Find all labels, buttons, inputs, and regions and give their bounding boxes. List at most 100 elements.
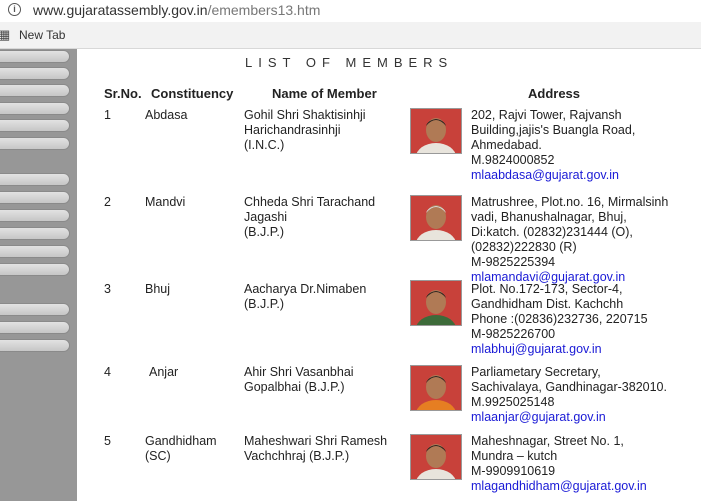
address-line: M.9925025148: [471, 395, 555, 409]
constituency-line: Mandvi: [145, 195, 186, 209]
address-line: Sachivalaya, Gandhinagar-382010.: [471, 380, 667, 394]
members-page: LIST OF MEMBERS Sr.No. Constituency Name…: [77, 49, 701, 501]
address-line: Parliametary Secretary,: [471, 365, 601, 379]
member-name: Aacharya Dr.Nimaben (B.J.P.): [244, 282, 366, 312]
page-title: LIST OF MEMBERS: [245, 55, 454, 70]
menu-button[interactable]: [0, 303, 70, 316]
member-name-line: (B.J.P.): [244, 225, 285, 239]
serial-number: 5: [104, 434, 111, 448]
constituency-line: Abdasa: [145, 108, 188, 122]
portrait-image: [411, 435, 461, 479]
menu-button[interactable]: [0, 102, 70, 115]
address-line: Mundra – kutch: [471, 449, 558, 463]
email-link[interactable]: mlabhuj@gujarat.gov.in: [471, 342, 648, 357]
serial-number: 2: [104, 195, 111, 209]
menu-button[interactable]: [0, 84, 70, 97]
menu-button[interactable]: [0, 67, 70, 80]
email-link[interactable]: mlaanjar@gujarat.gov.in: [471, 410, 667, 425]
member-photo: [410, 108, 462, 154]
url-domain: www.gujaratassembly.gov.in: [33, 2, 208, 18]
member-name-line: Gopalbhai (B.J.P.): [244, 380, 345, 394]
member-name-line: Aacharya Dr.Nimaben: [244, 282, 367, 296]
member-name: Gohil Shri Shaktisinhji Harichandrasinhji…: [244, 108, 366, 153]
constituency-line: Bhuj: [145, 282, 171, 296]
menu-button[interactable]: [0, 173, 70, 186]
constituency: Gandhidham (SC): [145, 434, 217, 464]
constituency-line: Anjar: [149, 365, 179, 379]
address-line: Phone :(02836)232736, 220715: [471, 312, 648, 326]
menu-button[interactable]: [0, 321, 70, 334]
apps-icon[interactable]: ▦: [0, 27, 10, 43]
member-name: Chheda Shri Tarachand Jagashi (B.J.P.): [244, 195, 375, 240]
address-line: Gandhidham Dist. Kachchh: [471, 297, 624, 311]
left-menu: [0, 49, 77, 501]
member-address: Maheshnagar, Street No. 1, Mundra – kutch…: [471, 434, 647, 494]
address-bar[interactable]: i www.gujaratassembly.gov.in/emembers13.…: [0, 0, 701, 23]
portrait-image: [411, 196, 461, 240]
address-line: M.9824000852: [471, 153, 555, 167]
member-name-line: Gohil Shri Shaktisinhji: [244, 108, 366, 122]
menu-button[interactable]: [0, 339, 70, 352]
member-name: Maheshwari Shri Ramesh Vachchhraj (B.J.P.…: [244, 434, 387, 464]
member-address: 202, Rajvi Tower, Rajvansh Building,jajis…: [471, 108, 635, 183]
address-line: M-9825226700: [471, 327, 556, 341]
constituency: Anjar: [149, 365, 178, 380]
header-srno: Sr.No.: [104, 86, 142, 101]
member-name-line: (I.N.C.): [244, 138, 285, 152]
address-line: vadi, Bhanushalnagar, Bhuj,: [471, 210, 627, 224]
address-line: Matrushree, Plot.no. 16, Mirmalsinh: [471, 195, 669, 209]
member-name-line: Jagashi: [244, 210, 288, 224]
serial-number: 4: [104, 365, 111, 379]
address-line: 202, Rajvi Tower, Rajvansh: [471, 108, 622, 122]
member-name-line: Harichandrasinhji: [244, 123, 341, 137]
email-link[interactable]: mlagandhidham@gujarat.gov.in: [471, 479, 647, 494]
menu-button[interactable]: [0, 245, 70, 258]
address-line: (02832)222830 (R): [471, 240, 577, 254]
member-photo: [410, 195, 462, 241]
portrait-image: [411, 366, 461, 410]
info-icon[interactable]: i: [8, 3, 21, 16]
email-link[interactable]: mlaabdasa@gujarat.gov.in: [471, 168, 635, 183]
menu-button[interactable]: [0, 227, 70, 240]
address-line: Maheshnagar, Street No. 1,: [471, 434, 624, 448]
menu-button[interactable]: [0, 209, 70, 222]
serial-number: 3: [104, 282, 111, 296]
address-line: Ahmedabad.: [471, 138, 542, 152]
header-name: Name of Member: [272, 86, 377, 101]
address-line: M-9909910619: [471, 464, 556, 478]
header-address: Address: [528, 86, 581, 101]
member-photo: [410, 365, 462, 411]
constituency: Abdasa: [145, 108, 187, 123]
menu-button[interactable]: [0, 191, 70, 204]
member-address: Matrushree, Plot.no. 16, Mirmalsinh vadi,…: [471, 195, 668, 285]
member-address: Plot. No.172-173, Sector-4, Gandhidham Di…: [471, 282, 648, 357]
bookmark-new-tab[interactable]: New Tab: [19, 28, 65, 42]
menu-button[interactable]: [0, 137, 70, 150]
header-constituency: Constituency: [151, 86, 234, 101]
portrait-image: [411, 281, 461, 325]
serial-number: 1: [104, 108, 111, 122]
member-name-line: Chheda Shri Tarachand: [244, 195, 376, 209]
constituency-line: Gandhidham: [145, 434, 217, 448]
menu-button[interactable]: [0, 119, 70, 132]
address-line: Building,jajis's Buangla Road,: [471, 123, 636, 137]
member-name: Ahir Shri Vasanbhai Gopalbhai (B.J.P.): [244, 365, 354, 395]
member-name-line: Maheshwari Shri Ramesh: [244, 434, 388, 448]
url-path: /emembers13.htm: [207, 2, 321, 18]
member-name-line: Ahir Shri Vasanbhai: [244, 365, 354, 379]
address-line: Di:katch. (02832)231444 (O),: [471, 225, 633, 239]
bookmarks-bar: ▦ New Tab: [0, 22, 701, 49]
menu-button[interactable]: [0, 50, 70, 63]
member-address: Parliametary Secretary, Sachivalaya, Gan…: [471, 365, 667, 425]
portrait-image: [411, 109, 461, 153]
member-photo: [410, 280, 462, 326]
menu-button[interactable]: [0, 263, 70, 276]
member-name-line: (B.J.P.): [244, 297, 285, 311]
address-line: M-9825225394: [471, 255, 556, 269]
url-text[interactable]: www.gujaratassembly.gov.in/emembers13.ht…: [33, 2, 320, 18]
constituency: Bhuj: [145, 282, 170, 297]
member-photo: [410, 434, 462, 480]
constituency-line: (SC): [145, 449, 171, 463]
member-name-line: Vachchhraj (B.J.P.): [244, 449, 350, 463]
address-line: Plot. No.172-173, Sector-4,: [471, 282, 623, 296]
